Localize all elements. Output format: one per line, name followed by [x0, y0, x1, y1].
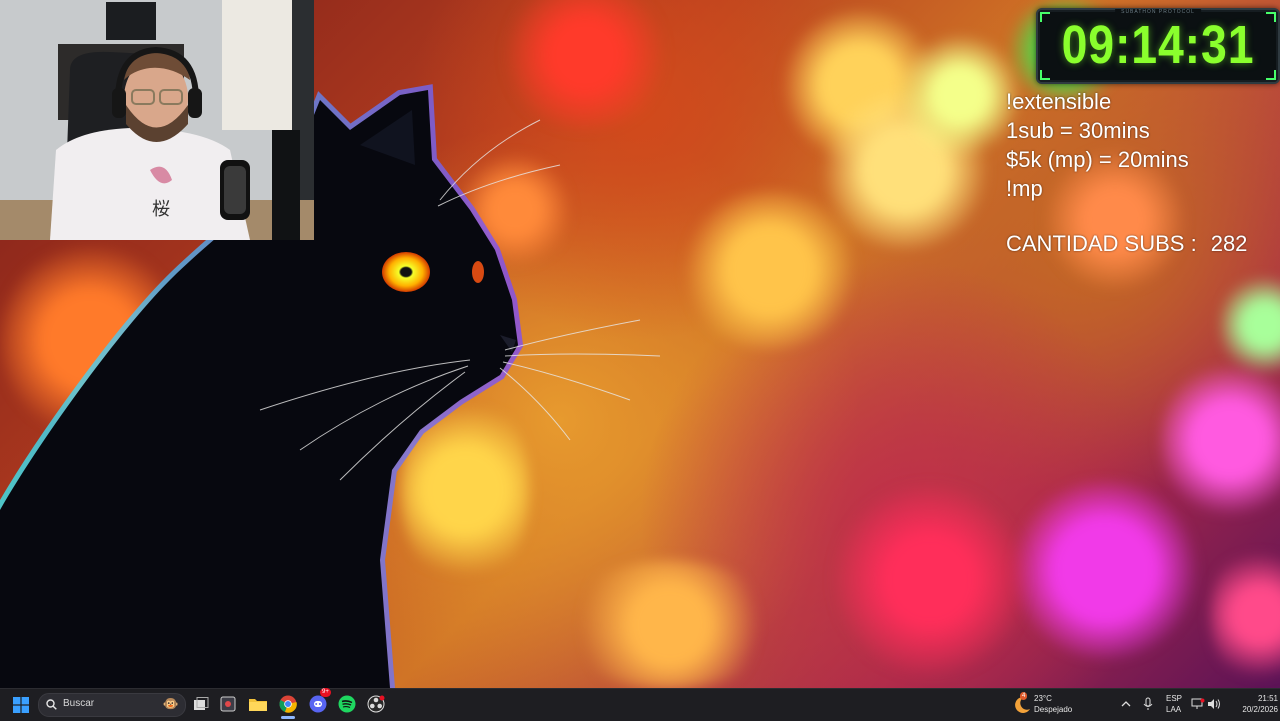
search-highlight-icon: 🐵 [162, 696, 179, 711]
obs-icon[interactable] [364, 692, 388, 716]
timer-corner-decor [1040, 12, 1050, 22]
search-icon [46, 699, 57, 710]
weather-temp: 23°C [1034, 694, 1052, 703]
subs-count: 282 [1210, 231, 1248, 256]
clock-time: 21:51 [1257, 694, 1278, 703]
microphone-icon[interactable] [1136, 692, 1160, 716]
overlay-line: !extensible [1006, 89, 1112, 114]
snipping-icon[interactable] [216, 692, 240, 716]
webcam-feed: 桜 [0, 0, 314, 240]
start-icon[interactable] [9, 693, 33, 717]
clock-date: 20/2/2026 [1242, 705, 1278, 714]
timer-corner-decor [1266, 12, 1276, 22]
subs-label: CANTIDAD SUBS : [1006, 231, 1197, 256]
weather-widget[interactable]: 4 23°C Despejado [1012, 692, 1092, 716]
overlay-line: !mp [1006, 176, 1043, 201]
timer-corner-decor [1266, 70, 1276, 80]
search-placeholder: Buscar [63, 698, 95, 709]
spotify-icon[interactable] [335, 692, 359, 716]
task-view-icon[interactable] [189, 692, 213, 716]
cat-eye [382, 252, 430, 292]
overlay-line: 1sub = 30mins [1006, 118, 1150, 143]
language-code: ESP [1166, 694, 1183, 703]
webcam-overlay: 桜 [0, 0, 314, 240]
timer-corner-decor [1040, 70, 1050, 80]
discord-icon[interactable]: 9+ [306, 688, 331, 716]
chrome-icon[interactable] [276, 692, 300, 716]
timer-value: 09:14:31 [1061, 15, 1255, 75]
cat-eye-far [472, 261, 484, 283]
svg-text:桜: 桜 [152, 199, 170, 220]
stream-info-overlay: !extensible 1sub = 30mins $5k (mp) = 20m… [1006, 87, 1189, 203]
subs-counter: CANTIDAD SUBS : 282 [1006, 231, 1247, 257]
active-app-indicator [281, 716, 295, 719]
taskbar-search[interactable]: Buscar 🐵 [38, 693, 186, 717]
file-explorer-icon[interactable] [246, 692, 270, 716]
overlay-line: $5k (mp) = 20mins [1006, 147, 1189, 172]
weather-condition: Despejado [1034, 705, 1073, 714]
keyboard-layout: LAA [1166, 705, 1182, 714]
subathon-timer: SUBATHON PROTOCOL 09:14:31 [1036, 8, 1280, 84]
system-clock[interactable]: 21:51 20/2/2026 [1222, 692, 1278, 716]
discord-badge: 9+ [320, 688, 331, 697]
chevron-up-icon[interactable] [1114, 692, 1138, 716]
